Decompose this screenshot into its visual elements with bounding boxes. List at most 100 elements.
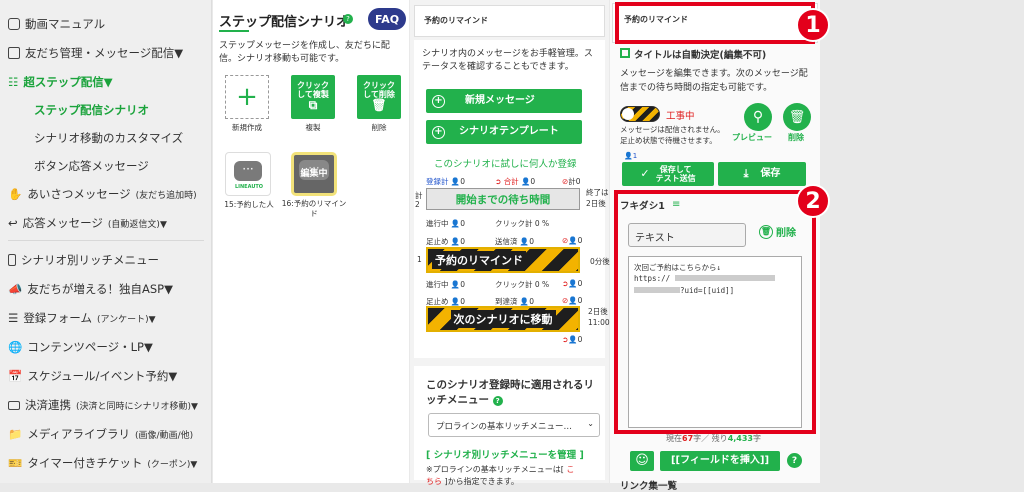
new-message-button[interactable]: + 新規メッセージ [426, 89, 582, 113]
sidebar-item-auto-reply[interactable]: ↩ 応答メッセージ (自動返信文)▼ [8, 215, 167, 231]
trial-register-link[interactable]: このシナリオに試しに何人か登録 [434, 156, 577, 170]
registered-total-label: 登録計 [426, 177, 449, 186]
search-icon: ⚲ [752, 109, 764, 125]
editor-description: メッセージを編集できます。次のメッセージ配信までの待ち時間の指定も可能です。 [620, 69, 808, 93]
sidebar-item-payment[interactable]: 決済連携 (決済と同時にシナリオ移動)▼ [8, 397, 198, 413]
check-circle-icon: ✓ [640, 166, 650, 180]
smile-icon: ☺ [635, 452, 649, 468]
sidebar-item-schedule[interactable]: 📅 スケジュール/イベント予約▼ [8, 368, 177, 384]
scenario-template-button[interactable]: + シナリオテンプレート [426, 120, 582, 144]
scenario-list-panel: ステップ配信シナリオ ? FAQ ステップメッセージを作成し、友だちに配信。シナ… [213, 0, 409, 483]
copy-scenario-button[interactable]: クリック して複製 ⧉ [291, 75, 335, 119]
ticket-icon: 🎫 [8, 456, 23, 470]
help-icon[interactable]: ? [343, 14, 353, 24]
video-icon [8, 18, 20, 30]
preview-label: プレビュー [732, 133, 772, 142]
sidebar-item-form[interactable]: ☰ 登録フォーム (アンケート)▼ [8, 310, 156, 326]
annotation-box-2 [614, 190, 816, 434]
contacts-icon [8, 47, 20, 59]
title-underline [219, 30, 249, 32]
new-label: 新規作成 [232, 123, 262, 132]
card-logo: LINEAUTO [234, 184, 264, 190]
hand-icon: ✋ [8, 187, 23, 201]
help-icon[interactable]: ? [787, 453, 802, 468]
phone-icon [8, 254, 16, 266]
scenario-description: ステップメッセージを作成し、友だちに配信。シナリオ移動も可能です。 [219, 41, 390, 65]
reminder-message-item[interactable]: 予約のリマインド [426, 247, 580, 273]
folder-icon: 📁 [8, 427, 23, 441]
sidebar-item-video-manual[interactable]: 動画マニュアル [8, 16, 105, 32]
delay-2days: 2日後 11:00 [588, 307, 610, 327]
sidebar-item-button-reply[interactable]: ボタン応答メッセージ [34, 158, 149, 174]
char-count: 現在67字／ 残り4,433字 [666, 434, 761, 443]
megaphone-icon: 📣 [8, 282, 23, 296]
rich-menu-note: ※プロラインの基本リッチメニューは[ こちら ]から指定できます。 [426, 465, 575, 486]
manage-rich-menu-link[interactable]: [ シナリオ別リッチメニューを管理 ] [426, 447, 584, 461]
sidebar-item-scenario-move[interactable]: シナリオ移動のカスタマイズ [34, 130, 183, 146]
sidebar-item-media[interactable]: 📁 メディアライブラリ (画像/動画/他) [8, 426, 193, 442]
scenario-card-15-label: 15:予約した人 [224, 200, 274, 209]
reply-icon: ↩ [8, 216, 18, 230]
chevron-down-icon: ⌄ [587, 419, 594, 428]
sidebar: 動画マニュアル 友だち管理・メッセージ配信▼ ☷ 超ステップ配信▼ ステップ配信シ… [0, 0, 212, 483]
trash-icon: 🗑 [371, 98, 387, 113]
delete-label: 削除 [788, 133, 804, 142]
plus-circle-icon: + [432, 94, 445, 108]
delete-scenario-button[interactable]: クリック して削除 🗑 [357, 75, 401, 119]
checkbox-icon[interactable] [620, 48, 630, 58]
help-icon[interactable]: ? [492, 396, 503, 407]
insert-field-button[interactable]: [[フィールドを挿入]] [660, 451, 780, 471]
rich-menu-select[interactable]: プロラインの基本リッチメニュー… ⌄ [428, 413, 600, 437]
sitemap-icon: ☷ [8, 75, 19, 89]
scenario-card-15[interactable]: ··· LINEAUTO [225, 152, 271, 196]
delete-label: 削除 [371, 123, 387, 132]
copy-label: 複製 [305, 123, 321, 132]
message-list-panel: 予約のリマインド シナリオ内のメッセージをお手軽管理。ステータスを確認することも… [410, 0, 610, 486]
preview-button[interactable]: ⚲ [744, 103, 772, 131]
sidebar-item-friends[interactable]: 友だち管理・メッセージ配信▼ [8, 45, 183, 61]
next-scenario-move-item[interactable]: 次のシナリオに移動 [426, 306, 580, 332]
panel-description: シナリオ内のメッセージをお手軽管理。ステータスを確認することもできます。 [422, 49, 593, 73]
sidebar-divider [8, 240, 204, 241]
empty-area [820, 0, 1024, 483]
construction-note: メッセージは配信されません。足止め状態で待機させます。 [620, 125, 725, 145]
sidebar-item-super-step[interactable]: ☷ 超ステップ配信▼ [8, 74, 113, 90]
start-wait-time-button[interactable]: 開始までの待ち時間 [426, 188, 580, 210]
sidebar-item-asp[interactable]: 📣 友だちが増える！独自ASP▼ [8, 281, 173, 297]
scenario-card-16-label: 16:予約のリマインド [281, 199, 347, 218]
sidebar-item-ticket[interactable]: 🎫 タイマー付きチケット (クーポン)▼ [8, 455, 197, 471]
sidebar-item-content-lp[interactable]: 🌐 コンテンツページ・LP▼ [8, 339, 153, 355]
annotation-box-1 [615, 2, 815, 44]
delay-0min: 0分後 [590, 257, 610, 266]
globe-icon: 🌐 [8, 340, 23, 354]
page-title: ステップ配信シナリオ [219, 15, 350, 30]
copy-icon: ⧉ [308, 98, 318, 113]
annotation-badge-2: 2 [796, 184, 830, 218]
sidebar-item-rich-menu[interactable]: シナリオ別リッチメニュー [8, 252, 159, 268]
plus-icon: + [236, 82, 258, 112]
list-icon: ☰ [8, 311, 19, 325]
annotation-badge-1: 1 [796, 8, 830, 42]
save-button[interactable]: ⤓ 保存 [718, 162, 806, 186]
faq-button[interactable]: FAQ [368, 8, 406, 30]
construction-toggle[interactable] [620, 106, 660, 122]
plus-circle-icon: + [432, 125, 445, 139]
delete-message-button[interactable]: 🗑 [783, 103, 811, 131]
end-timing: 終了は 2日後 [586, 188, 609, 208]
editing-overlay: 編集中 [300, 169, 328, 179]
link-list-label: リンク集一覧 [620, 481, 678, 492]
scenario-header: 予約のリマインド [424, 16, 488, 25]
sidebar-item-greeting[interactable]: ✋ あいさつメッセージ (友だち追加時) [8, 186, 197, 202]
sidebar-item-step-scenario[interactable]: ステップ配信シナリオ [34, 102, 149, 118]
credit-card-icon [8, 400, 20, 410]
trash-icon: 🗑 [788, 109, 806, 125]
download-icon: ⤓ [743, 166, 749, 180]
side-count: 計 2 [415, 191, 423, 209]
emoji-button[interactable]: ☺ [630, 451, 654, 471]
rich-menu-title: このシナリオ登録時に適用されるリッチメニュー ? [426, 379, 594, 407]
scenario-card-16[interactable]: ··· 編集中 [291, 152, 337, 196]
status-label: 工事中 [666, 111, 695, 122]
new-scenario-button[interactable]: + [225, 75, 269, 119]
chat-icon: ··· [234, 161, 262, 181]
save-and-test-button[interactable]: ✓ 保存して テスト送信 [622, 162, 714, 186]
